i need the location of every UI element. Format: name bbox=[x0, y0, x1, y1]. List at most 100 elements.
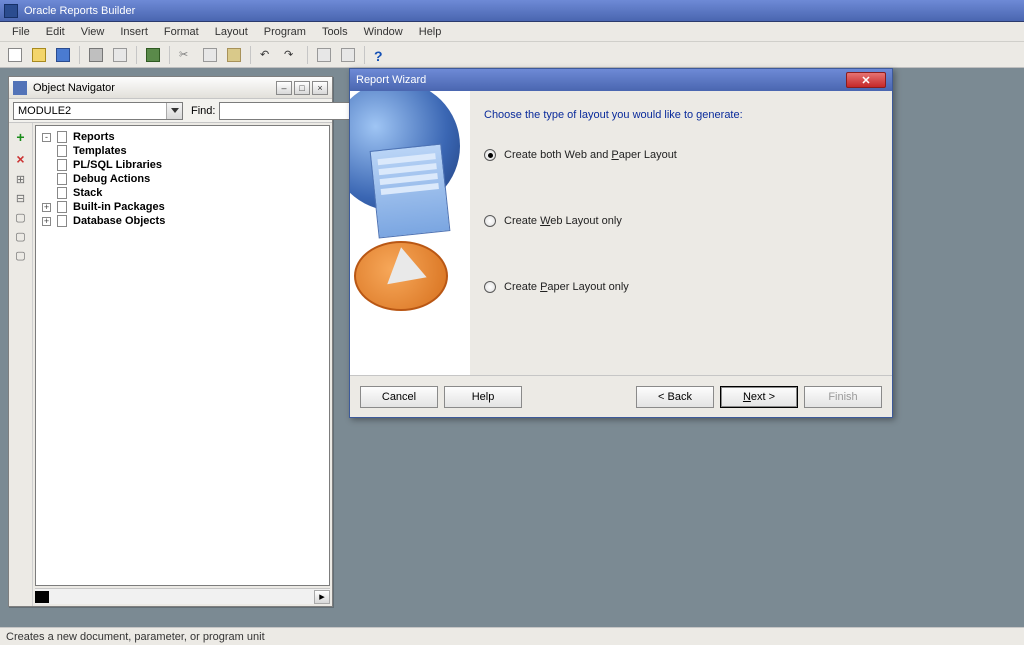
menu-insert[interactable]: Insert bbox=[112, 24, 156, 40]
dropdown-arrow-button[interactable] bbox=[166, 103, 182, 119]
panel-close-button[interactable]: × bbox=[312, 81, 328, 95]
document-graphic bbox=[370, 143, 451, 238]
horizontal-scrollbar[interactable]: ▸ bbox=[35, 588, 330, 604]
help-button[interactable]: ? bbox=[370, 45, 392, 65]
navigator-side-toolbar: + × ⊞ ⊟ ▢ ▢ ▢ bbox=[9, 123, 33, 606]
tool-button[interactable]: ▢ bbox=[15, 230, 25, 243]
tree-item[interactable]: + Database Objects bbox=[42, 214, 329, 228]
dialog-title-text: Report Wizard bbox=[356, 74, 426, 86]
tree-item[interactable]: - Reports bbox=[42, 130, 329, 144]
main-toolbar: ✂ ↶ ↷ ? bbox=[0, 42, 1024, 68]
delete-node-button[interactable]: × bbox=[16, 151, 24, 167]
tree-item-label: Templates bbox=[73, 145, 127, 157]
help-icon: ? bbox=[374, 48, 388, 62]
layout-option[interactable]: Create both Web and Paper Layout bbox=[484, 149, 878, 161]
dialog-close-button[interactable]: ✕ bbox=[846, 72, 886, 88]
tree-item-label: Reports bbox=[73, 131, 115, 143]
app-title: Oracle Reports Builder bbox=[24, 5, 135, 17]
library-button-2[interactable] bbox=[337, 45, 359, 65]
library-button-1[interactable] bbox=[313, 45, 335, 65]
collapse-button[interactable]: ⊟ bbox=[16, 192, 25, 205]
menu-view[interactable]: View bbox=[73, 24, 113, 40]
redo-button[interactable]: ↷ bbox=[280, 45, 302, 65]
chevron-down-icon bbox=[171, 108, 179, 113]
next-button[interactable]: Next > bbox=[720, 386, 798, 408]
menu-edit[interactable]: Edit bbox=[38, 24, 73, 40]
tree-item-label: Database Objects bbox=[73, 215, 165, 227]
radio-button[interactable] bbox=[484, 281, 496, 293]
app-icon bbox=[4, 4, 18, 18]
tree-item[interactable]: Templates bbox=[42, 144, 329, 158]
copy-button[interactable] bbox=[199, 45, 221, 65]
tool-button[interactable]: ▢ bbox=[15, 211, 25, 224]
mail-button[interactable] bbox=[109, 45, 131, 65]
expand-button[interactable]: ⊞ bbox=[16, 173, 25, 186]
paste-button[interactable] bbox=[223, 45, 245, 65]
tree-item[interactable]: Stack bbox=[42, 186, 329, 200]
menu-help[interactable]: Help bbox=[411, 24, 450, 40]
tree-item-label: PL/SQL Libraries bbox=[73, 159, 162, 171]
page-icon bbox=[57, 131, 67, 143]
module-dropdown-input[interactable] bbox=[14, 103, 166, 119]
tree-item-label: Debug Actions bbox=[73, 173, 150, 185]
run-icon bbox=[146, 48, 160, 62]
status-bar: Creates a new document, parameter, or pr… bbox=[0, 627, 1024, 645]
wizard-artwork bbox=[350, 91, 470, 375]
navigator-icon bbox=[13, 81, 27, 95]
library-icon bbox=[341, 48, 355, 62]
tree-expander[interactable]: - bbox=[42, 133, 51, 142]
radio-button[interactable] bbox=[484, 149, 496, 161]
menu-format[interactable]: Format bbox=[156, 24, 207, 40]
save-button[interactable] bbox=[52, 45, 74, 65]
toolbar-separator bbox=[79, 46, 80, 64]
save-icon bbox=[56, 48, 70, 62]
navigator-tree[interactable]: - Reports Templates PL/SQL Libraries Debug A… bbox=[35, 125, 330, 586]
page-icon bbox=[57, 173, 67, 185]
library-icon bbox=[317, 48, 331, 62]
tool-button[interactable]: ▢ bbox=[15, 249, 25, 262]
cancel-button[interactable]: Cancel bbox=[360, 386, 438, 408]
redo-icon: ↷ bbox=[284, 48, 298, 62]
status-text: Creates a new document, parameter, or pr… bbox=[6, 631, 265, 643]
finish-button: Finish bbox=[804, 386, 882, 408]
panel-maximize-button[interactable]: □ bbox=[294, 81, 310, 95]
menu-layout[interactable]: Layout bbox=[207, 24, 256, 40]
tree-item[interactable]: Debug Actions bbox=[42, 172, 329, 186]
radio-dot-icon bbox=[488, 153, 493, 158]
navigator-toolbar: Find: 🔧 🔦 bbox=[9, 99, 332, 123]
panel-minimize-button[interactable]: – bbox=[276, 81, 292, 95]
object-navigator-panel: Object Navigator – □ × Find: 🔧 🔦 + × ⊞ ⊟… bbox=[8, 76, 333, 607]
layout-option[interactable]: Create Web Layout only bbox=[484, 215, 878, 227]
print-button[interactable] bbox=[85, 45, 107, 65]
panel-title-text: Object Navigator bbox=[33, 82, 115, 94]
back-button[interactable]: < Back bbox=[636, 386, 714, 408]
wizard-prompt: Choose the type of layout you would like… bbox=[484, 109, 878, 121]
new-button[interactable] bbox=[4, 45, 26, 65]
page-icon bbox=[57, 187, 67, 199]
tree-expander[interactable]: + bbox=[42, 203, 51, 212]
run-button[interactable] bbox=[142, 45, 164, 65]
open-button[interactable] bbox=[28, 45, 50, 65]
page-icon bbox=[57, 159, 67, 171]
dialog-titlebar[interactable]: Report Wizard ✕ bbox=[350, 69, 892, 91]
radio-button[interactable] bbox=[484, 215, 496, 227]
menu-program[interactable]: Program bbox=[256, 24, 314, 40]
help-button[interactable]: Help bbox=[444, 386, 522, 408]
tree-item-label: Built-in Packages bbox=[73, 201, 165, 213]
layout-option[interactable]: Create Paper Layout only bbox=[484, 281, 878, 293]
scrollbar-thumb[interactable] bbox=[35, 591, 49, 603]
mail-icon bbox=[113, 48, 127, 62]
menu-window[interactable]: Window bbox=[356, 24, 411, 40]
tree-item[interactable]: PL/SQL Libraries bbox=[42, 158, 329, 172]
tree-expander[interactable]: + bbox=[42, 217, 51, 226]
undo-button[interactable]: ↶ bbox=[256, 45, 278, 65]
module-dropdown[interactable] bbox=[13, 102, 183, 120]
cut-button[interactable]: ✂ bbox=[175, 45, 197, 65]
layout-option-label: Create both Web and Paper Layout bbox=[504, 149, 677, 161]
page-icon bbox=[57, 201, 67, 213]
add-node-button[interactable]: + bbox=[16, 129, 24, 145]
tree-item[interactable]: + Built-in Packages bbox=[42, 200, 329, 214]
menu-file[interactable]: File bbox=[4, 24, 38, 40]
scroll-right-button[interactable]: ▸ bbox=[314, 590, 330, 604]
menu-tools[interactable]: Tools bbox=[314, 24, 356, 40]
